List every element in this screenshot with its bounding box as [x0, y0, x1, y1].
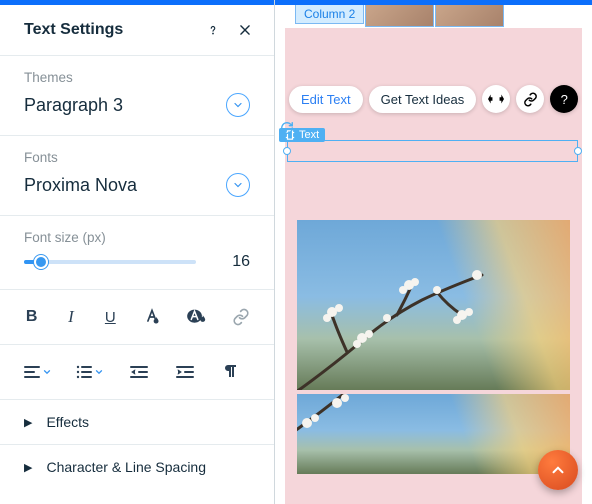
scroll-top-fab[interactable]: [538, 450, 578, 490]
link-action-button[interactable]: [516, 85, 544, 113]
spacing-label: Character & Line Spacing: [46, 459, 206, 475]
themes-value: Paragraph 3: [24, 95, 123, 116]
close-icon[interactable]: [234, 19, 256, 41]
themes-dropdown[interactable]: Paragraph 3: [24, 89, 250, 117]
text-settings-panel: Text Settings Themes Paragraph 3 Fonts P…: [0, 0, 275, 504]
indent-decrease-button[interactable]: [128, 361, 150, 383]
align-button[interactable]: [24, 365, 52, 379]
italic-button[interactable]: I: [63, 306, 78, 328]
animation-button[interactable]: [482, 85, 510, 113]
effects-label: Effects: [46, 414, 89, 430]
help-action-button[interactable]: ?: [550, 85, 578, 113]
resize-handle-right[interactable]: [574, 147, 582, 155]
highlight-color-button[interactable]: [186, 306, 208, 328]
fontsize-value[interactable]: 16: [214, 253, 250, 271]
panel-header: Text Settings: [0, 5, 274, 56]
fonts-label: Fonts: [24, 150, 250, 165]
canvas-section[interactable]: [285, 28, 582, 198]
chevron-down-icon: [226, 93, 250, 117]
selection-box[interactable]: [287, 140, 578, 162]
spacing-accordion[interactable]: ▶ Character & Line Spacing: [0, 445, 274, 489]
canvas-thumbnail[interactable]: [365, 5, 434, 27]
fontsize-section: Font size (px) 16: [0, 216, 274, 290]
fonts-dropdown[interactable]: Proxima Nova: [24, 169, 250, 197]
effects-accordion[interactable]: ▶ Effects: [0, 400, 274, 445]
fontsize-row: 16: [24, 253, 250, 271]
list-button[interactable]: [76, 365, 104, 379]
edit-text-button[interactable]: Edit Text: [289, 86, 363, 113]
canvas-thumbnail[interactable]: [435, 5, 504, 27]
text-color-button[interactable]: [142, 306, 162, 328]
rotate-handle[interactable]: [280, 121, 294, 135]
underline-button[interactable]: U: [103, 306, 118, 328]
format-toolbar: B I U: [0, 290, 274, 345]
editor-canvas[interactable]: Column 2 Edit Text Get Text Ideas ? Text: [275, 0, 592, 504]
text-direction-button[interactable]: [220, 361, 242, 383]
get-text-ideas-button[interactable]: Get Text Ideas: [369, 86, 477, 113]
floating-toolbar: Edit Text Get Text Ideas ?: [289, 85, 578, 113]
column-tab[interactable]: Column 2: [295, 5, 364, 24]
paragraph-toolbar: [0, 345, 274, 400]
bold-button[interactable]: B: [24, 306, 39, 328]
themes-label: Themes: [24, 70, 250, 85]
canvas-section[interactable]: [285, 198, 582, 504]
themes-section: Themes Paragraph 3: [0, 56, 274, 136]
fonts-section: Fonts Proxima Nova: [0, 136, 274, 216]
panel-title: Text Settings: [24, 21, 192, 39]
canvas-image[interactable]: [297, 394, 570, 474]
indent-increase-button[interactable]: [174, 361, 196, 383]
chevron-down-icon: [226, 173, 250, 197]
caret-right-icon: ▶: [24, 416, 32, 429]
help-icon[interactable]: [202, 19, 224, 41]
resize-handle-left[interactable]: [283, 147, 291, 155]
fontsize-label: Font size (px): [24, 230, 250, 245]
fonts-value: Proxima Nova: [24, 175, 137, 196]
link-button[interactable]: [232, 306, 250, 328]
fontsize-slider[interactable]: [24, 255, 196, 269]
caret-right-icon: ▶: [24, 461, 32, 474]
canvas-image[interactable]: [297, 220, 570, 390]
